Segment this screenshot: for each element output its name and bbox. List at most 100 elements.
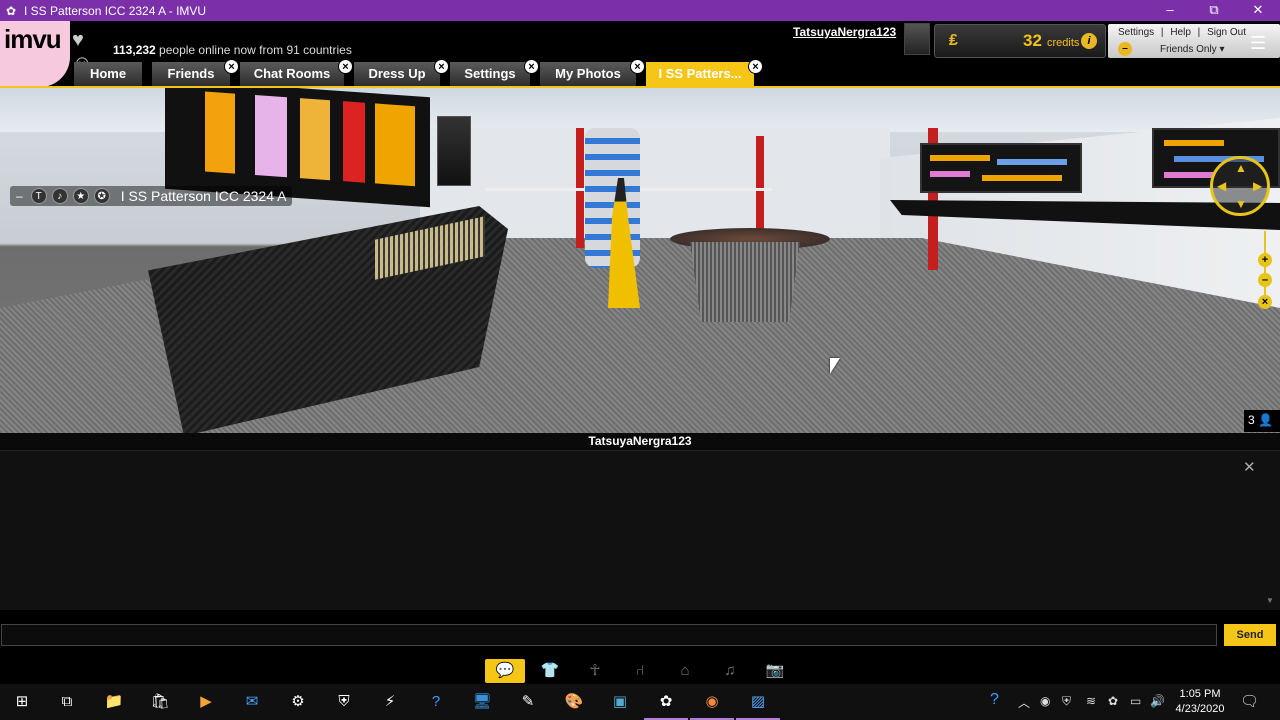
- show-hidden-icons-icon[interactable]: ︿: [1018, 694, 1030, 711]
- imvu-taskbar-icon[interactable]: ✿: [644, 690, 688, 720]
- arrow-left-icon[interactable]: ◀: [1217, 179, 1226, 193]
- tools-icon[interactable]: T: [30, 188, 47, 204]
- close-tab-icon[interactable]: ×: [338, 59, 353, 74]
- notifications-icon[interactable]: 🗨: [1240, 692, 1259, 710]
- reset-view-icon[interactable]: ×: [1258, 295, 1272, 309]
- lcars-side-display: [437, 116, 471, 186]
- arrow-up-icon[interactable]: ▲: [1235, 161, 1247, 175]
- credits-label: credits: [1047, 37, 1080, 49]
- collapse-icon[interactable]: –: [16, 189, 23, 203]
- avatar-pose-icon[interactable]: ☥: [575, 659, 615, 683]
- chat-input-row: Send: [0, 618, 1280, 652]
- file-explorer-icon[interactable]: 📁: [102, 690, 126, 714]
- music-icon[interactable]: ♫: [710, 659, 750, 683]
- house-icon[interactable]: ⌂: [665, 659, 705, 683]
- shield-tray-icon[interactable]: ⛨: [1062, 694, 1071, 709]
- room-3d-view[interactable]: – T ♪ ★ ✪ I SS Patterson ICC 2324 A ▲ ▼ …: [0, 88, 1280, 433]
- shirt-icon[interactable]: 👕: [530, 659, 570, 683]
- tab-dress-up[interactable]: Dress Up ×: [354, 59, 449, 86]
- arrow-right-icon[interactable]: ▶: [1253, 179, 1262, 193]
- security-shield-icon[interactable]: ⛨: [332, 690, 356, 714]
- music-note-icon[interactable]: ♪: [51, 188, 68, 204]
- battery-icon[interactable]: ▭: [1130, 694, 1141, 708]
- username-link[interactable]: TatsuyaNergra123: [793, 25, 896, 39]
- imvu-tray-icon[interactable]: ✿: [1108, 694, 1118, 708]
- hamburger-menu-icon[interactable]: ☰: [1250, 33, 1266, 54]
- close-tab-icon[interactable]: ×: [224, 59, 239, 74]
- chat-header: TatsuyaNergra123: [0, 433, 1280, 450]
- volume-icon[interactable]: 🔊: [1150, 694, 1165, 708]
- credits-icon: ₤: [949, 32, 958, 49]
- camera-nav-wheel[interactable]: ▲ ▼ ◀ ▶: [1210, 156, 1270, 216]
- system-clock[interactable]: 1:05 PM 4/23/2020: [1170, 687, 1230, 717]
- chair-icon[interactable]: ⑁: [620, 659, 660, 683]
- chat-input[interactable]: [1, 624, 1217, 646]
- help-icon[interactable]: ?: [424, 690, 448, 714]
- close-chat-icon[interactable]: ✕: [1243, 458, 1256, 476]
- avatar[interactable]: [904, 23, 930, 55]
- link-separator: |: [1197, 27, 1201, 38]
- tab-room[interactable]: I SS Patters... ×: [646, 59, 763, 86]
- windows-start-icon[interactable]: ⊞: [10, 690, 34, 714]
- chevron-down-icon: ▾: [1219, 44, 1225, 55]
- lcars-right-display: [920, 143, 1082, 193]
- close-tab-icon[interactable]: ×: [524, 59, 539, 74]
- tab-settings[interactable]: Settings ×: [450, 59, 539, 86]
- online-count: 113,232: [113, 43, 156, 57]
- task-view-icon[interactable]: ⧉: [55, 690, 79, 714]
- settings-gear-icon[interactable]: ⚙: [286, 690, 310, 714]
- chrome-icon[interactable]: ◉: [690, 690, 734, 720]
- zoom-out-icon[interactable]: –: [1258, 273, 1272, 287]
- star-icon[interactable]: ★: [72, 188, 89, 204]
- lightning-app-icon[interactable]: ⚡: [378, 690, 402, 714]
- help-tray-icon[interactable]: ?: [990, 691, 999, 709]
- status-label: Friends Only: [1160, 44, 1217, 55]
- mode-toolbar: 💬 👕 ☥ ⑁ ⌂ ♫ 📷: [0, 656, 1280, 684]
- tab-chat-rooms[interactable]: Chat Rooms ×: [240, 59, 353, 86]
- chat-bubble-icon[interactable]: 💬: [485, 659, 525, 683]
- close-tab-icon[interactable]: ×: [630, 59, 645, 74]
- window-title: I SS Patterson ICC 2324 A - IMVU: [24, 3, 207, 18]
- credits-panel[interactable]: ₤ 32 credits i: [934, 24, 1106, 58]
- send-button[interactable]: Send: [1224, 624, 1276, 646]
- settings-link[interactable]: Settings: [1118, 27, 1154, 38]
- imvu-app-icon: ✿: [5, 3, 17, 18]
- scroll-down-icon[interactable]: ▼: [1266, 596, 1274, 605]
- chat-log[interactable]: [0, 450, 1280, 610]
- tab-friends[interactable]: Friends ×: [152, 59, 239, 86]
- online-suffix: people online now from 91 countries: [155, 43, 352, 57]
- mail-icon[interactable]: ✉: [240, 690, 264, 714]
- clock-date: 4/23/2020: [1175, 703, 1225, 715]
- occupant-count[interactable]: 3 👤: [1244, 410, 1280, 432]
- info-icon[interactable]: i: [1081, 33, 1097, 49]
- people-online-icon: ♥☺☺: [72, 29, 92, 97]
- camera-icon[interactable]: 📷: [755, 659, 795, 683]
- paint-palette-icon[interactable]: 🎨: [562, 690, 586, 714]
- zoom-in-icon[interactable]: +: [1258, 253, 1272, 267]
- minimize-button[interactable]: –: [1148, 0, 1192, 21]
- photo-viewer-icon[interactable]: ▨: [736, 690, 780, 720]
- imvu-logo[interactable]: imvu: [0, 21, 70, 87]
- window-titlebar: ✿ I SS Patterson ICC 2324 A - IMVU – ⧉ ✕: [0, 0, 1280, 21]
- badge-icon[interactable]: ✪: [93, 188, 110, 204]
- close-tab-icon[interactable]: ×: [748, 59, 763, 74]
- windows-taskbar: ⊞ ⧉ 📁 🛍 ▶ ✉ ⚙ ⛨ ⚡ ? 🖥 ✎ 🎨 ▣ ✿ ◉ ▨ ? ︿ ◉ …: [0, 684, 1280, 720]
- sign-out-link[interactable]: Sign Out: [1207, 27, 1246, 38]
- paint-icon[interactable]: ✎: [516, 690, 540, 714]
- tab-home[interactable]: Home: [74, 62, 142, 86]
- wifi-icon[interactable]: ≋: [1086, 694, 1096, 708]
- photos-app-icon[interactable]: ▣: [608, 690, 632, 714]
- tab-my-photos[interactable]: My Photos ×: [540, 59, 645, 86]
- close-tab-icon[interactable]: ×: [434, 59, 449, 74]
- room-name: I SS Patterson ICC 2324 A: [120, 188, 287, 204]
- zoom-slider[interactable]: + – ×: [1258, 223, 1272, 311]
- arrow-down-icon[interactable]: ▼: [1235, 197, 1247, 211]
- store-icon[interactable]: 🛍: [148, 690, 172, 714]
- maximize-button[interactable]: ⧉: [1192, 0, 1236, 21]
- close-window-button[interactable]: ✕: [1236, 0, 1280, 21]
- help-link[interactable]: Help: [1170, 27, 1191, 38]
- remote-desktop-icon[interactable]: 🖥: [470, 690, 494, 714]
- chrome-tray-icon[interactable]: ◉: [1040, 694, 1050, 708]
- online-status-text: 113,232 people online now from 91 countr…: [113, 43, 352, 57]
- media-player-icon[interactable]: ▶: [194, 690, 218, 714]
